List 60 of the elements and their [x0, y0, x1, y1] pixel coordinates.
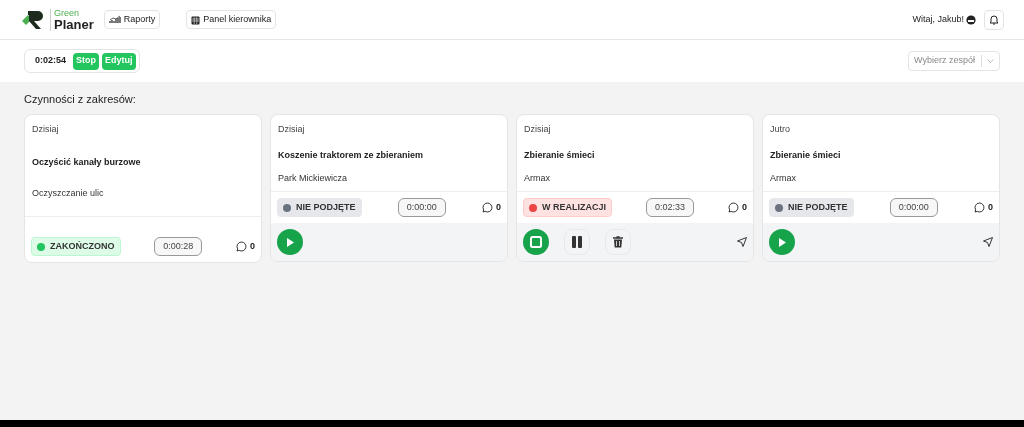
- task-subtitle: Armax: [524, 171, 551, 185]
- comment-icon: [482, 202, 493, 213]
- duration-field: 0:02:33: [645, 198, 694, 217]
- duration-field: 0:00:28: [154, 237, 203, 256]
- comment-icon: [974, 202, 985, 213]
- pause-icon: [572, 236, 582, 248]
- greeting-text: Witaj, Jakub!: [912, 12, 964, 26]
- stop-icon: [530, 236, 542, 248]
- date-text: Jutro: [770, 122, 791, 136]
- duration-field: 0:00:00: [889, 198, 938, 217]
- reports-button[interactable]: Raporty: [103, 10, 161, 29]
- duration-field: 0:00:00: [397, 198, 446, 217]
- timer-text: 0:02:54: [35, 54, 67, 68]
- edit-button[interactable]: Edytuj: [102, 52, 136, 70]
- logo-text: Planer: [54, 17, 94, 31]
- avatar-icon: [966, 14, 976, 25]
- date-text: Dzisiaj: [278, 122, 306, 136]
- calendar-icon: [191, 14, 201, 25]
- comment-icon: [728, 202, 739, 213]
- status-badge: NIE PODJĘTE: [277, 198, 362, 217]
- task-title: Zbieranie śmieci: [524, 149, 596, 162]
- comment-count: 0: [742, 200, 747, 214]
- navigate-icon[interactable]: [737, 237, 747, 247]
- navigate-icon[interactable]: [983, 237, 993, 247]
- comment-count: 0: [496, 200, 501, 214]
- date-text: Dzisiaj: [524, 122, 552, 136]
- trash-icon: [613, 236, 623, 248]
- manager-panel-button[interactable]: Panel kierownika: [186, 10, 277, 29]
- delete-button[interactable]: [605, 229, 631, 255]
- stop-button[interactable]: [523, 229, 549, 255]
- chevron-down-icon: [987, 59, 994, 63]
- status-dot-icon: [283, 203, 291, 212]
- status-dot-icon: [37, 242, 45, 251]
- task-title: Oczyścić kanały burzowe: [32, 156, 142, 169]
- logo-icon: [20, 8, 46, 31]
- pause-button[interactable]: [564, 229, 590, 255]
- task-subtitle: Park Mickiewicza: [278, 171, 348, 185]
- task-subtitle: Armax: [770, 171, 797, 185]
- play-button[interactable]: [277, 229, 303, 255]
- status-badge: NIE PODJĘTE: [769, 198, 854, 217]
- stop-button[interactable]: Stop: [73, 52, 100, 70]
- play-button[interactable]: [769, 229, 795, 255]
- play-icon: [286, 237, 294, 247]
- comment-count: 0: [250, 239, 255, 253]
- status-dot-icon: [529, 203, 537, 212]
- date-text: Dzisiaj: [32, 122, 60, 136]
- comment-count: 0: [988, 200, 993, 214]
- status-badge: W REALIZACJI: [523, 198, 612, 217]
- notifications-button[interactable]: [984, 9, 1004, 30]
- play-icon: [778, 237, 786, 247]
- logo-text: Green: [54, 8, 80, 18]
- task-title: Zbieranie śmieci: [770, 149, 842, 162]
- comment-icon: [236, 241, 247, 252]
- status-badge: ZAKOŃCZONO: [31, 237, 121, 256]
- bell-icon: [989, 14, 999, 25]
- section-title: Czynności z zakresów:: [24, 92, 137, 107]
- status-dot-icon: [775, 203, 783, 212]
- task-subtitle: Oczyszczanie ulic: [32, 186, 105, 200]
- task-title: Koszenie traktorem ze zbieraniem: [278, 149, 425, 162]
- team-select[interactable]: Wybierz zespół: [908, 51, 1000, 71]
